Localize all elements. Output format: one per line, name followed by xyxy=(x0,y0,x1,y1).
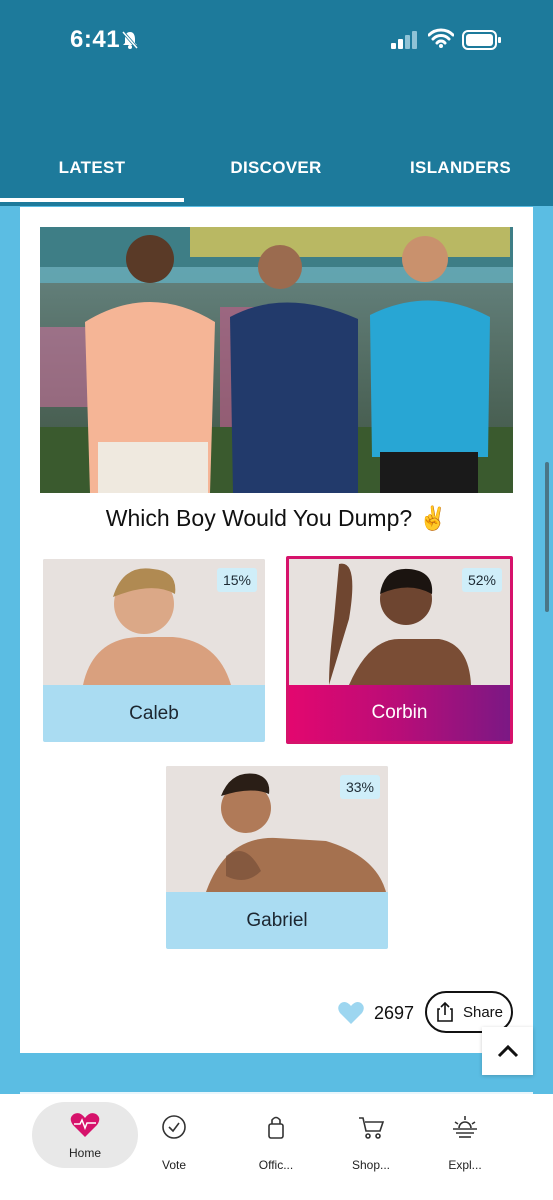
corbin-percent: 52% xyxy=(461,568,502,592)
scroll-to-top-button[interactable] xyxy=(482,1027,533,1075)
corbin-photo: 52% xyxy=(289,559,510,685)
nav-official-label: Offic... xyxy=(258,1158,294,1172)
status-time: 6:41 xyxy=(70,26,121,53)
active-tab-indicator xyxy=(0,198,184,202)
nav-explore[interactable]: Expl... xyxy=(415,1094,515,1184)
share-label: Share xyxy=(462,1003,504,1021)
poll-option-gabriel[interactable]: 33% Gabriel xyxy=(166,766,388,949)
share-icon xyxy=(437,1001,453,1022)
gabriel-percent: 33% xyxy=(339,775,380,799)
gabriel-name: Gabriel xyxy=(246,909,308,931)
chevron-up-icon xyxy=(497,1044,518,1058)
poll-option-caleb[interactable]: 15% Caleb xyxy=(43,559,265,742)
nav-vote-label: Vote xyxy=(161,1158,187,1172)
poll-option-corbin-selected[interactable]: 52% Corbin xyxy=(286,556,513,744)
scrollbar[interactable] xyxy=(545,462,549,612)
caleb-name: Caleb xyxy=(129,702,179,724)
app-header: 6:41 LATEST DISCOVER ISLANDERS xyxy=(0,0,553,206)
nav-vote[interactable]: Vote xyxy=(124,1094,224,1184)
top-tabs: LATEST DISCOVER ISLANDERS xyxy=(0,140,553,202)
bag-icon xyxy=(268,1116,284,1139)
heart-icon[interactable] xyxy=(338,1001,364,1025)
wifi-icon xyxy=(428,28,454,48)
tab-islanders[interactable]: ISLANDERS xyxy=(368,158,553,178)
poll-card: Which Boy Would You Dump? ✌️ 15% Caleb 5… xyxy=(20,207,533,1053)
nav-home[interactable]: Home xyxy=(32,1102,138,1168)
silent-bell-icon xyxy=(121,31,139,49)
tab-discover[interactable]: DISCOVER xyxy=(184,158,368,178)
gabriel-photo: 33% xyxy=(166,766,388,892)
poll-hero-image xyxy=(40,227,513,493)
like-counter[interactable]: 2697 xyxy=(338,993,414,1033)
cellular-signal-icon xyxy=(391,31,417,49)
status-bar: 6:41 xyxy=(0,0,553,84)
nav-explore-label: Expl... xyxy=(448,1158,482,1172)
nav-official[interactable]: Offic... xyxy=(226,1094,326,1184)
nav-shop-label: Shop... xyxy=(351,1158,391,1172)
vote-check-icon xyxy=(162,1115,186,1139)
like-count: 2697 xyxy=(374,1002,415,1023)
caleb-percent: 15% xyxy=(216,568,257,592)
nav-shop[interactable]: Shop... xyxy=(321,1094,421,1184)
nav-home-label: Home xyxy=(68,1146,101,1160)
cart-icon xyxy=(359,1117,385,1139)
corbin-name: Corbin xyxy=(289,685,510,741)
battery-icon xyxy=(462,30,501,50)
sunset-icon xyxy=(453,1116,477,1138)
tab-latest[interactable]: LATEST xyxy=(0,158,184,178)
heart-home-icon xyxy=(70,1113,100,1137)
poll-title: Which Boy Would You Dump? ✌️ xyxy=(105,505,448,531)
bottom-navigation: Home Vote Offic... Shop... Expl... xyxy=(0,1094,553,1200)
caleb-photo: 15% xyxy=(43,559,265,685)
